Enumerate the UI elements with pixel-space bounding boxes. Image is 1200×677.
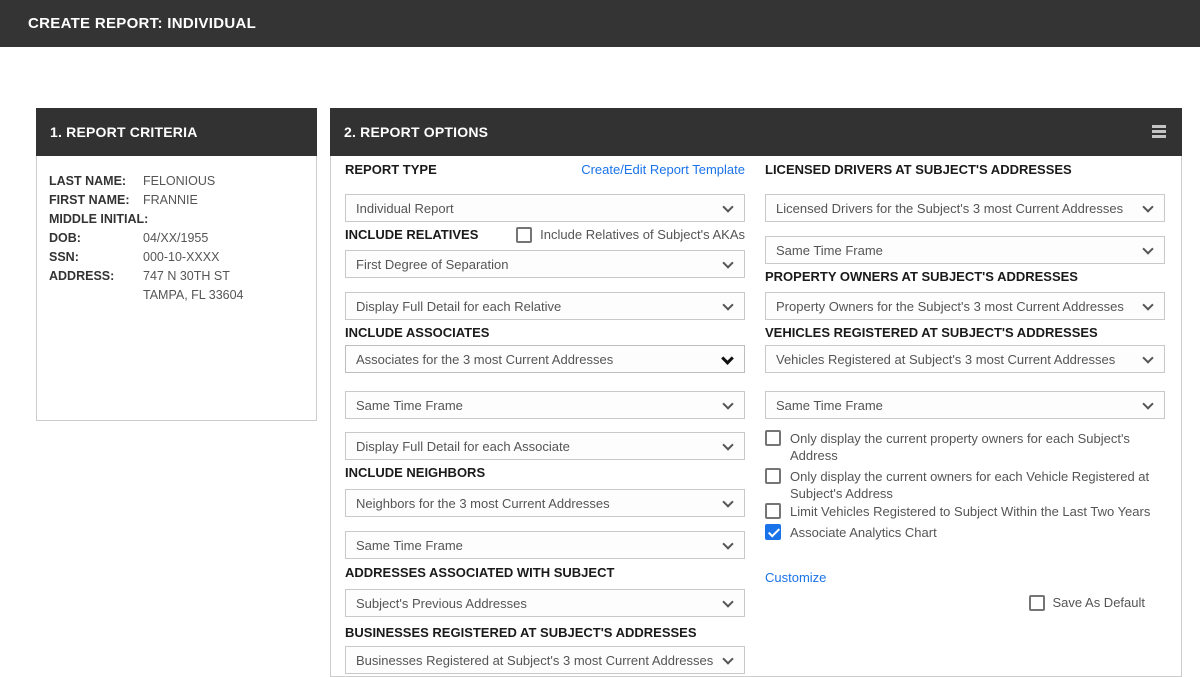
chevron-down-icon xyxy=(721,352,734,365)
page-header-bar: CREATE REPORT: INDIVIDUAL xyxy=(0,0,1200,47)
akas-checkbox-row[interactable]: Include Relatives of Subject's AKAs xyxy=(516,226,745,243)
property-owners-checkbox[interactable] xyxy=(765,430,781,446)
vehicle-owners-checkbox[interactable] xyxy=(765,468,781,484)
address-line-2: TAMPA, FL 33604 xyxy=(143,286,304,305)
criteria-row-dob: DOB: 04/XX/1955 xyxy=(49,229,304,248)
chevron-down-icon xyxy=(1142,299,1153,310)
associates-detail-select[interactable]: Display Full Detail for each Associate xyxy=(345,432,745,460)
addresses-associated-label: ADDRESSES ASSOCIATED WITH SUBJECT xyxy=(345,565,745,580)
property-owners-checkbox-label: Only display the current property owners… xyxy=(790,430,1165,464)
report-options-header: 2. REPORT OPTIONS xyxy=(330,108,1182,156)
report-type-select[interactable]: Individual Report xyxy=(345,194,745,222)
report-options-title: 2. REPORT OPTIONS xyxy=(344,124,488,140)
report-type-label: REPORT TYPE xyxy=(345,162,437,177)
vehicles-registered-label: VEHICLES REGISTERED AT SUBJECT'S ADDRESS… xyxy=(765,325,1165,340)
neighbors-select[interactable]: Neighbors for the 3 most Current Address… xyxy=(345,489,745,517)
criteria-label: ADDRESS: xyxy=(49,267,143,305)
relatives-detail-select[interactable]: Display Full Detail for each Relative xyxy=(345,292,745,320)
vehicle-owners-checkbox-row[interactable]: Only display the current owners for each… xyxy=(765,468,1165,502)
chevron-down-icon xyxy=(1142,201,1153,212)
criteria-row-last-name: LAST NAME: FELONIOUS xyxy=(49,172,304,191)
relatives-degree-select[interactable]: First Degree of Separation xyxy=(345,250,745,278)
vehicles-select[interactable]: Vehicles Registered at Subject's 3 most … xyxy=(765,345,1165,373)
limit-vehicles-checkbox[interactable] xyxy=(765,503,781,519)
create-edit-template-link[interactable]: Create/Edit Report Template xyxy=(581,162,745,177)
page-title: CREATE REPORT: INDIVIDUAL xyxy=(28,0,256,47)
save-default-label: Save As Default xyxy=(1053,594,1146,611)
address-line-1: 747 N 30TH ST xyxy=(143,267,304,286)
report-type-row: REPORT TYPE Create/Edit Report Template xyxy=(345,162,745,177)
criteria-label: FIRST NAME: xyxy=(49,191,143,210)
vehicles-timeframe-select[interactable]: Same Time Frame xyxy=(765,391,1165,419)
licensed-drivers-select[interactable]: Licensed Drivers for the Subject's 3 mos… xyxy=(765,194,1165,222)
businesses-select[interactable]: Businesses Registered at Subject's 3 mos… xyxy=(345,646,745,674)
report-criteria-title: 1. REPORT CRITERIA xyxy=(50,124,198,140)
limit-vehicles-checkbox-label: Limit Vehicles Registered to Subject Wit… xyxy=(790,503,1150,520)
criteria-label: LAST NAME: xyxy=(49,172,143,191)
chevron-down-icon xyxy=(722,299,733,310)
chevron-down-icon xyxy=(722,257,733,268)
save-default-checkbox[interactable] xyxy=(1029,595,1045,611)
criteria-label: MIDDLE INITIAL: xyxy=(49,210,143,229)
associates-timeframe-select[interactable]: Same Time Frame xyxy=(345,391,745,419)
report-criteria-panel: 1. REPORT CRITERIA LAST NAME: FELONIOUS … xyxy=(36,108,317,421)
chevron-down-icon xyxy=(722,538,733,549)
akas-checkbox[interactable] xyxy=(516,227,532,243)
criteria-row-ssn: SSN: 000-10-XXXX xyxy=(49,248,304,267)
save-default-row[interactable]: Save As Default xyxy=(1029,594,1146,611)
criteria-label: DOB: xyxy=(49,229,143,248)
criteria-label: SSN: xyxy=(49,248,143,267)
chevron-down-icon xyxy=(722,653,733,664)
criteria-row-address: ADDRESS: 747 N 30TH ST TAMPA, FL 33604 xyxy=(49,267,304,305)
chevron-down-icon xyxy=(722,398,733,409)
include-relatives-label: INCLUDE RELATIVES xyxy=(345,227,478,242)
chevron-down-icon xyxy=(722,201,733,212)
analytics-checkbox-row[interactable]: Associate Analytics Chart xyxy=(765,524,1165,541)
addresses-select[interactable]: Subject's Previous Addresses xyxy=(345,589,745,617)
criteria-value xyxy=(143,210,304,229)
property-owners-checkbox-row[interactable]: Only display the current property owners… xyxy=(765,430,1165,464)
analytics-checkbox[interactable] xyxy=(765,524,781,540)
chevron-down-icon xyxy=(1142,398,1153,409)
include-neighbors-label: INCLUDE NEIGHBORS xyxy=(345,465,745,480)
chevron-down-icon xyxy=(1142,243,1153,254)
analytics-checkbox-label: Associate Analytics Chart xyxy=(790,524,937,541)
akas-checkbox-label: Include Relatives of Subject's AKAs xyxy=(540,226,745,243)
customize-link[interactable]: Customize xyxy=(765,570,826,585)
limit-vehicles-checkbox-row[interactable]: Limit Vehicles Registered to Subject Wit… xyxy=(765,503,1165,520)
licensed-timeframe-select[interactable]: Same Time Frame xyxy=(765,236,1165,264)
include-relatives-row: INCLUDE RELATIVES Include Relatives of S… xyxy=(345,226,745,243)
chevron-down-icon xyxy=(1142,352,1153,363)
vehicle-owners-checkbox-label: Only display the current owners for each… xyxy=(790,468,1165,502)
criteria-value: FRANNIE xyxy=(143,191,304,210)
neighbors-timeframe-select[interactable]: Same Time Frame xyxy=(345,531,745,559)
property-owners-select[interactable]: Property Owners for the Subject's 3 most… xyxy=(765,292,1165,320)
criteria-value: 747 N 30TH ST TAMPA, FL 33604 xyxy=(143,267,304,305)
report-criteria-header: 1. REPORT CRITERIA xyxy=(36,108,317,156)
criteria-row-middle-initial: MIDDLE INITIAL: xyxy=(49,210,304,229)
include-associates-label: INCLUDE ASSOCIATES xyxy=(345,325,745,340)
criteria-row-first-name: FIRST NAME: FRANNIE xyxy=(49,191,304,210)
licensed-drivers-label: LICENSED DRIVERS AT SUBJECT'S ADDRESSES xyxy=(765,162,1165,177)
criteria-value: FELONIOUS xyxy=(143,172,304,191)
criteria-value: 000-10-XXXX xyxy=(143,248,304,267)
hamburger-icon[interactable] xyxy=(1152,125,1166,138)
criteria-value: 04/XX/1955 xyxy=(143,229,304,248)
chevron-down-icon xyxy=(722,596,733,607)
report-criteria-body: LAST NAME: FELONIOUS FIRST NAME: FRANNIE… xyxy=(36,156,317,421)
chevron-down-icon xyxy=(722,439,733,450)
report-options-panel: 2. REPORT OPTIONS REPORT TYPE Create/Edi… xyxy=(330,108,1182,677)
associates-select[interactable]: Associates for the 3 most Current Addres… xyxy=(345,345,745,373)
property-owners-label: PROPERTY OWNERS AT SUBJECT'S ADDRESSES xyxy=(765,269,1165,284)
businesses-registered-label: BUSINESSES REGISTERED AT SUBJECT'S ADDRE… xyxy=(345,625,745,640)
chevron-down-icon xyxy=(722,496,733,507)
report-options-body: REPORT TYPE Create/Edit Report Template … xyxy=(330,156,1182,677)
